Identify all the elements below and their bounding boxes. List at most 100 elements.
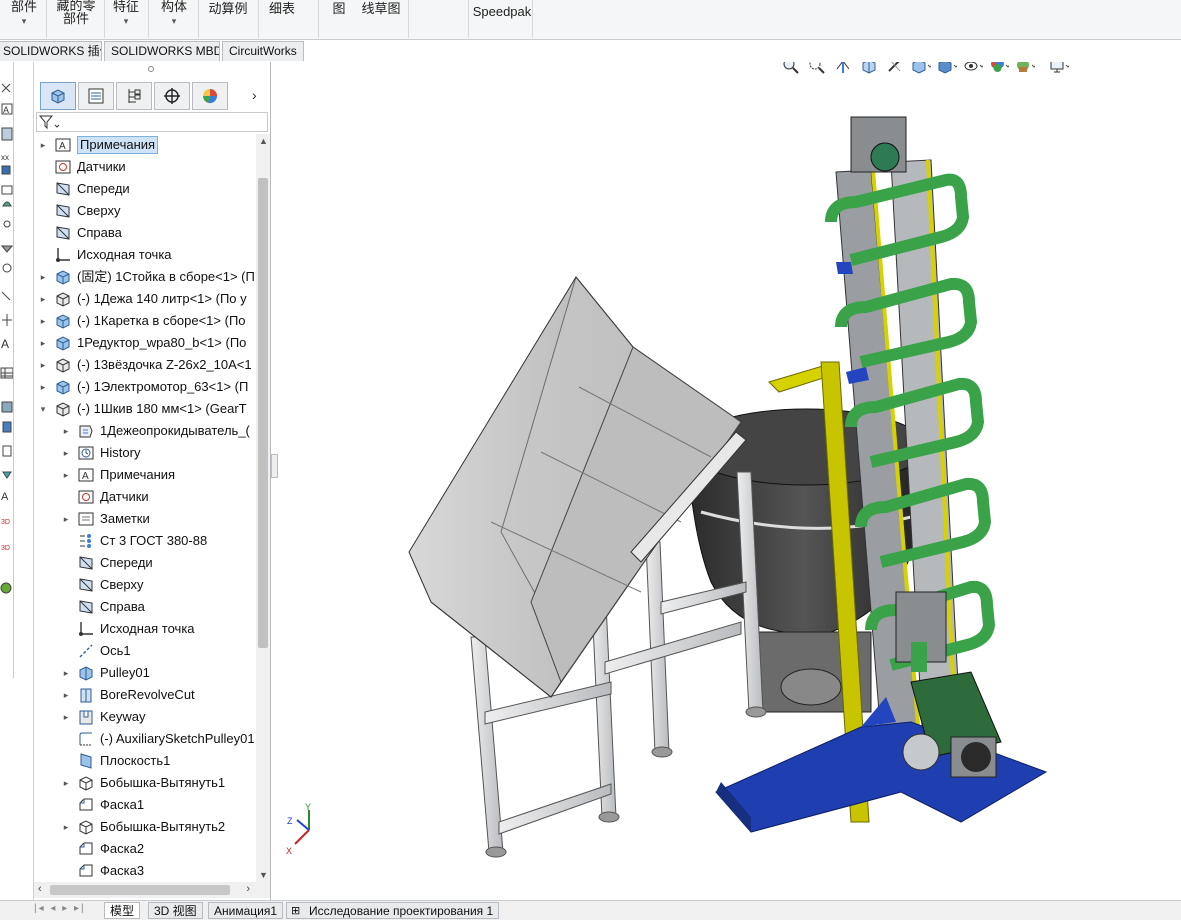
tree-expander-icon[interactable]: ▸ bbox=[38, 310, 48, 332]
tab-configuration-manager[interactable] bbox=[116, 82, 152, 110]
tree-node[interactable]: Фаска3 bbox=[61, 860, 144, 882]
tree-expander-icon[interactable]: ▸ bbox=[61, 706, 71, 728]
ribbon-item-6[interactable]: 图 bbox=[322, 2, 356, 15]
tree-expander-icon[interactable]: ▸ bbox=[38, 288, 48, 310]
tree-node[interactable]: Фаска1 bbox=[61, 794, 144, 816]
tree-node[interactable]: Сверху bbox=[61, 574, 143, 596]
ribbon-item-3[interactable]: 构体 ▾ bbox=[158, 0, 190, 28]
section-view-icon[interactable] bbox=[859, 62, 879, 76]
tree-node[interactable]: ▸ History bbox=[61, 442, 141, 464]
tree-node[interactable]: ▸ Заметки bbox=[61, 508, 150, 530]
tree-node[interactable]: Исходная точка bbox=[61, 618, 195, 640]
tree-node[interactable]: Исходная точка bbox=[38, 244, 172, 266]
dynamic-annotation-icon[interactable] bbox=[885, 62, 905, 76]
tree-node[interactable]: Ось1 bbox=[61, 640, 131, 662]
tree-node[interactable]: (-) AuxiliarySketchPulley01 bbox=[61, 728, 255, 750]
scroll-left-icon[interactable]: ‹ bbox=[38, 883, 42, 895]
ribbon-item-1[interactable]: 藏的零 部件 bbox=[52, 0, 100, 25]
tree-expander-icon[interactable]: ▸ bbox=[61, 442, 71, 464]
tree-node[interactable]: Справа bbox=[61, 596, 145, 618]
display-style-icon[interactable] bbox=[937, 62, 957, 76]
tab-solidworks-addins[interactable]: SOLIDWORKS 插件 bbox=[0, 41, 102, 61]
tree-node[interactable]: ▸ BoreRevolveCut bbox=[61, 684, 195, 706]
tree-expander-icon[interactable]: ▸ bbox=[61, 420, 71, 442]
tree-node[interactable]: ▸ A Примечания bbox=[38, 134, 159, 156]
edit-appearance-icon[interactable] bbox=[989, 62, 1009, 76]
tree-node[interactable]: ▸ (-) 13вёздочка Z-26x2_10A<1 bbox=[38, 354, 252, 376]
tree-expander-icon[interactable]: ▸ bbox=[61, 508, 71, 530]
tab-animation1[interactable]: Анимация1 bbox=[208, 902, 284, 919]
ribbon-item-0[interactable]: 部件 ▾ bbox=[8, 0, 40, 28]
previous-view-icon[interactable] bbox=[833, 62, 853, 76]
tab-display-manager[interactable] bbox=[192, 82, 228, 110]
view-orientation-icon[interactable] bbox=[911, 62, 931, 76]
tree-expander-icon[interactable]: ▸ bbox=[38, 332, 48, 354]
tree-vertical-scrollbar[interactable]: ▲ ▼ bbox=[256, 134, 270, 882]
scroll-down-icon[interactable]: ▼ bbox=[259, 870, 268, 880]
tree-node[interactable]: ▸ Pulley01 bbox=[61, 662, 150, 684]
tree-node[interactable]: ▾ (-) 1Шкив 180 мм<1> (GearT bbox=[38, 398, 247, 420]
tree-node[interactable]: ▸ Keyway bbox=[61, 706, 146, 728]
tab-model[interactable]: 模型 bbox=[104, 902, 141, 919]
ribbon-item-4[interactable]: 动算例 bbox=[204, 2, 252, 15]
tree-node[interactable]: ▸ (-) 1Дежа 140 литр<1> (По у bbox=[38, 288, 247, 310]
tree-expander-icon[interactable]: ▸ bbox=[38, 266, 48, 288]
tree-filter[interactable] bbox=[36, 112, 268, 132]
ribbon-item-speedpak[interactable]: Speedpak bbox=[472, 5, 532, 18]
tree-expander-icon[interactable]: ▸ bbox=[61, 772, 71, 794]
scroll-right-icon[interactable]: › bbox=[246, 883, 250, 895]
tree-node[interactable]: Плоскость1 bbox=[61, 750, 170, 772]
hscroll-thumb[interactable] bbox=[50, 885, 230, 895]
tree-node[interactable]: ▸ 1Дежеопрокидыватель_( bbox=[61, 420, 250, 442]
tree-expander-icon[interactable]: ▸ bbox=[61, 662, 71, 684]
tree-node[interactable]: ▸ Бобышка-Вытянуть1 bbox=[61, 772, 225, 794]
ribbon-item-7[interactable]: 线草图 bbox=[358, 2, 404, 15]
tree-expander-icon[interactable]: ▸ bbox=[38, 376, 48, 398]
tree-node[interactable]: Сверху bbox=[38, 200, 120, 222]
tree-horizontal-scrollbar[interactable]: ‹ › bbox=[34, 882, 270, 898]
apply-scene-icon[interactable] bbox=[1015, 62, 1035, 76]
tab-solidworks-mbd[interactable]: SOLIDWORKS MBD bbox=[104, 41, 220, 61]
hide-show-icon[interactable] bbox=[963, 62, 983, 76]
tree-node[interactable]: ▸ A Примечания bbox=[61, 464, 175, 486]
notes-icon bbox=[78, 512, 94, 526]
tree-node[interactable]: Ст 3 ГОСТ 380-88 bbox=[61, 530, 207, 552]
tabs-scroll-right-icon[interactable]: › bbox=[252, 87, 257, 103]
tree-expander-icon[interactable]: ▾ bbox=[38, 398, 48, 420]
tree-expander-icon[interactable]: ▸ bbox=[61, 464, 71, 486]
tree-expander-icon[interactable]: ▸ bbox=[61, 684, 71, 706]
tree-node[interactable]: ▸ (固定) 1Стойка в сборе<1> (П bbox=[38, 266, 255, 288]
tree-node[interactable]: Датчики bbox=[38, 156, 126, 178]
tab-nav-arrows-icon[interactable]: |◂ ◂ ▸ ▸| bbox=[34, 903, 86, 914]
zoom-area-icon[interactable] bbox=[807, 62, 827, 76]
tree-node[interactable]: ▸ (-) 1Каретка в сборе<1> (По bbox=[38, 310, 246, 332]
tree-node[interactable]: ▸ 1Редуктор_wpa80_b<1> (По bbox=[38, 332, 246, 354]
view-settings-icon[interactable] bbox=[1049, 62, 1069, 76]
tab-3d-views[interactable]: 3D 视图 bbox=[148, 902, 203, 919]
tab-property-manager[interactable] bbox=[78, 82, 114, 110]
ribbon-item-5[interactable]: 细表 bbox=[262, 2, 302, 15]
tab-dimxpert-manager[interactable] bbox=[154, 82, 190, 110]
panel-grip-icon[interactable] bbox=[148, 66, 154, 72]
tree-node[interactable]: ▸ Бобышка-Вытянуть2 bbox=[61, 816, 225, 838]
tree-node[interactable]: Датчики bbox=[61, 486, 149, 508]
tab-circuitworks[interactable]: CircuitWorks bbox=[222, 41, 304, 61]
tree-node[interactable]: Спереди bbox=[61, 552, 153, 574]
zoom-to-fit-icon[interactable] bbox=[781, 62, 801, 76]
scrollbar-thumb[interactable] bbox=[258, 178, 268, 648]
ribbon-item-2[interactable]: 特征 ▾ bbox=[110, 0, 142, 28]
scroll-up-icon[interactable]: ▲ bbox=[259, 136, 268, 146]
tree-expander-icon[interactable]: ▸ bbox=[38, 354, 48, 376]
tree-node[interactable]: ▸ (-) 1Электромотор_63<1> (П bbox=[38, 376, 248, 398]
tab-feature-tree[interactable] bbox=[40, 82, 76, 110]
tree-node[interactable]: Спереди bbox=[38, 178, 130, 200]
ribbon-separator bbox=[318, 0, 319, 38]
tree-node[interactable]: Фаска2 bbox=[61, 838, 144, 860]
tab-design-study[interactable]: ⊞ Исследование проектирования 1 bbox=[286, 902, 500, 919]
graphics-area[interactable]: Y X Z bbox=[271, 62, 1181, 900]
tree-expander-icon[interactable]: ▸ bbox=[38, 134, 48, 156]
panel-collapse-handle[interactable] bbox=[271, 454, 278, 478]
tree-node-label: (固定) 1Стойка в сборе<1> (П bbox=[77, 269, 255, 284]
tree-expander-icon[interactable]: ▸ bbox=[61, 816, 71, 838]
tree-node[interactable]: Справа bbox=[38, 222, 122, 244]
